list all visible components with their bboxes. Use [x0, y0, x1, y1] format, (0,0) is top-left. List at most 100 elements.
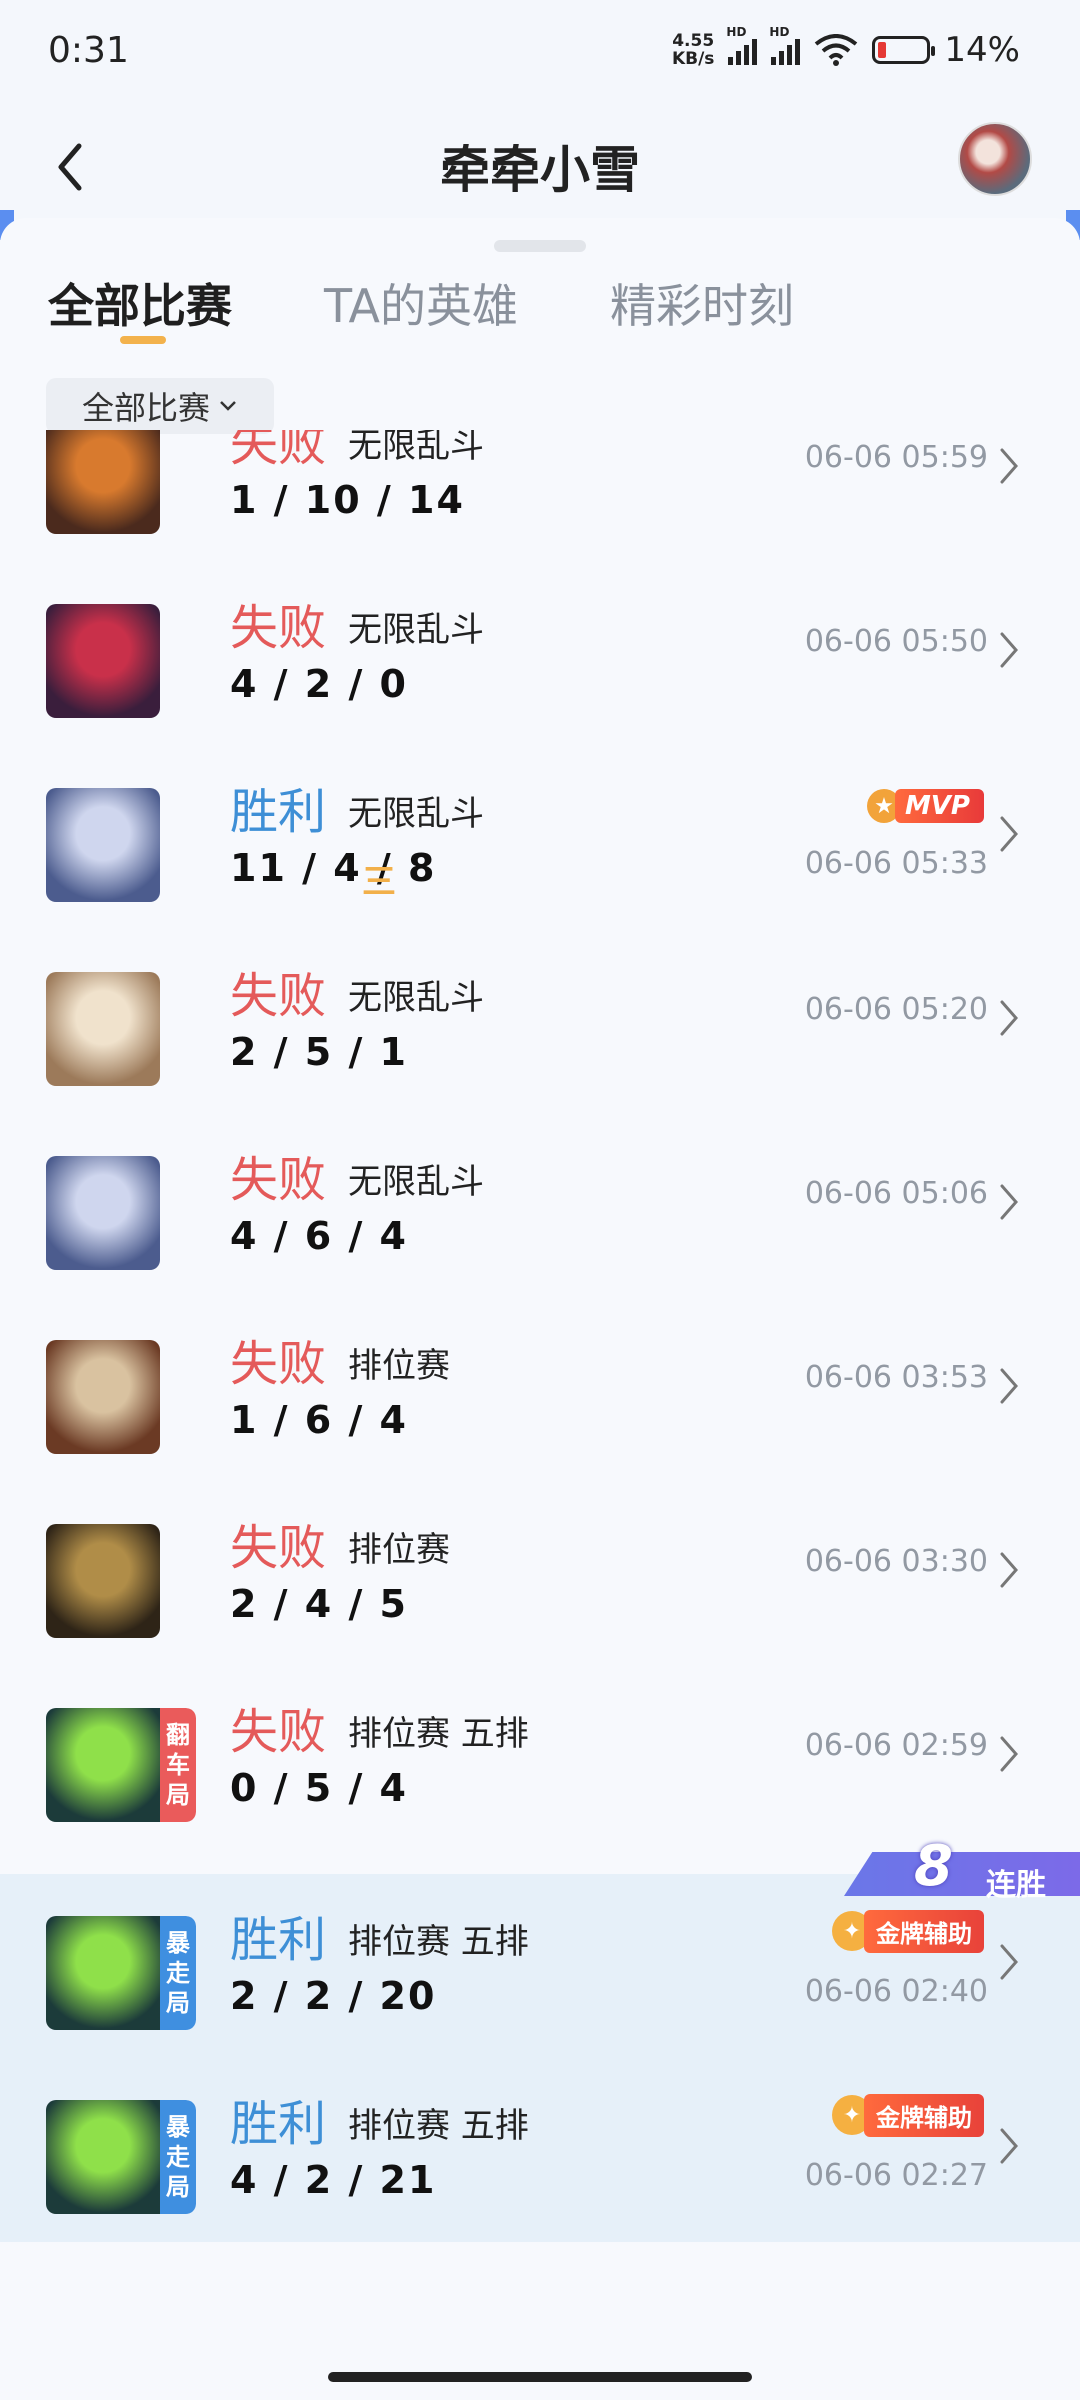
match-mode: 无限乱斗: [348, 610, 484, 650]
match-time: 06-06 03:30: [804, 1544, 988, 1579]
match-mode: 排位赛 五排: [348, 1922, 529, 1962]
chevron-right-icon: [998, 446, 1020, 486]
match-time: 06-06 05:06: [804, 1176, 988, 1211]
status-time: 0:31: [48, 30, 129, 71]
chevron-right-icon: [998, 1366, 1020, 1406]
match-list: 失败 无限乱斗 1 / 10 / 14 06-06 05:59 失败 无限乱斗 4 / 2 …: [0, 430, 1080, 2260]
match-result: 失败: [230, 1704, 327, 1760]
match-time: 06-06 05:20: [804, 992, 988, 1027]
hero-avatar: [46, 788, 160, 902]
hero-avatar: [46, 1156, 160, 1270]
hero-avatar: 翻车局: [46, 1708, 196, 1822]
match-kda: 4 / 2 / 0: [230, 662, 408, 706]
match-time: 06-06 05:59: [804, 440, 988, 475]
match-tag: 暴走局: [160, 2100, 196, 2214]
drag-handle[interactable]: [494, 240, 586, 252]
kda-rank-icon: 三: [362, 862, 396, 902]
hero-avatar: [46, 1524, 160, 1638]
chevron-right-icon: [998, 998, 1020, 1038]
chevron-right-icon: [998, 2126, 1020, 2166]
page-title: 牵牵小雪: [440, 141, 640, 199]
chevron-right-icon: [998, 1942, 1020, 1982]
match-tag: 暴走局: [160, 1916, 196, 2030]
hero-portrait: [46, 430, 160, 534]
match-time: 06-06 05:33: [804, 846, 988, 881]
hero-avatar: 暴走局: [46, 1916, 196, 2030]
win-streak-badge: 8 连胜: [844, 1834, 1080, 1903]
home-indicator[interactable]: [328, 2372, 752, 2382]
match-result: 胜利: [230, 2096, 327, 2152]
signal-icon: HD: [769, 25, 801, 65]
match-kda: 4 / 6 / 4: [230, 1214, 408, 1258]
hero-avatar: [46, 1340, 160, 1454]
hero-avatar: [46, 604, 160, 718]
match-row[interactable]: 失败 排位赛 2 / 4 / 5 06-06 03:30: [0, 1482, 1080, 1666]
chevron-right-icon: [998, 1734, 1020, 1774]
match-result: 失败: [230, 600, 327, 656]
chevron-right-icon: [998, 1182, 1020, 1222]
match-row[interactable]: 暴走局胜利 排位赛 五排 4 / 2 / 21 ✦ 金牌辅助 06-06 02:27: [0, 2058, 1080, 2242]
hero-avatar: [46, 972, 160, 1086]
match-mode: 排位赛: [348, 1530, 450, 1570]
match-mode: 无限乱斗: [348, 978, 484, 1018]
chevron-down-icon: [220, 401, 236, 411]
match-kda: 2 / 4 / 5: [230, 1582, 408, 1626]
hero-avatar: [46, 430, 160, 534]
match-kda: 0 / 5 / 4: [230, 1766, 408, 1810]
match-row[interactable]: 失败 无限乱斗 4 / 2 / 0 06-06 05:50: [0, 562, 1080, 746]
match-row[interactable]: 失败 无限乱斗 1 / 10 / 14 06-06 05:59: [0, 430, 1080, 562]
match-time: 06-06 02:59: [804, 1728, 988, 1763]
match-time: 06-06 02:27: [804, 2158, 988, 2193]
gold-support-badge: ✦ 金牌辅助: [832, 1908, 984, 1954]
hero-portrait: [46, 1340, 160, 1454]
hero-portrait: [46, 1708, 160, 1822]
hero-portrait: [46, 1524, 160, 1638]
match-kda: 2 / 2 / 20: [230, 1974, 437, 2018]
hero-portrait: [46, 2100, 160, 2214]
match-tag: 翻车局: [160, 1708, 196, 1822]
signal-icon: HD: [726, 25, 758, 65]
avatar[interactable]: [958, 122, 1032, 196]
match-kda: 11 / 4 / 8: [230, 846, 437, 890]
tab-highlights[interactable]: 精彩时刻: [610, 270, 794, 336]
hero-avatar: 暴走局: [46, 2100, 196, 2214]
match-row[interactable]: 失败 排位赛 1 / 6 / 4 06-06 03:53: [0, 1298, 1080, 1482]
battery-icon: [872, 36, 936, 64]
match-row[interactable]: 翻车局失败 排位赛 五排 0 / 5 / 4 06-06 02:59: [0, 1666, 1080, 1850]
status-bar: 0:31 4.55 KB/s HD HD 14%: [0, 0, 1080, 110]
mvp-badge: ★ MVP: [866, 784, 984, 828]
streak-count: 8: [914, 1834, 953, 1899]
network-speed: 4.55 KB/s: [671, 31, 715, 69]
match-row[interactable]: 失败 无限乱斗 2 / 5 / 1 06-06 05:20: [0, 930, 1080, 1114]
match-kda: 1 / 6 / 4: [230, 1398, 408, 1442]
battery-percent: 14%: [944, 30, 1020, 70]
hero-portrait: [46, 1916, 160, 2030]
tab-heroes[interactable]: TA的英雄: [324, 270, 518, 336]
match-kda: 1 / 10 / 14: [230, 478, 465, 522]
hero-portrait: [46, 972, 160, 1086]
gold-support-badge: ✦ 金牌辅助: [832, 2092, 984, 2138]
status-icons: 4.55 KB/s HD HD 14%: [671, 25, 1020, 70]
match-row[interactable]: 暴走局胜利 排位赛 五排 2 / 2 / 20 ✦ 金牌辅助 06-06 02:40: [0, 1874, 1080, 2058]
match-row[interactable]: 失败 无限乱斗 4 / 6 / 4 06-06 05:06: [0, 1114, 1080, 1298]
match-mode: 排位赛 五排: [348, 1714, 529, 1754]
hero-portrait: [46, 788, 160, 902]
streak-label: 连胜: [986, 1868, 1046, 1903]
match-time: 06-06 02:40: [804, 1974, 988, 2009]
match-mode: 排位赛 五排: [348, 2106, 529, 2146]
match-result: 失败: [230, 1336, 327, 1392]
match-result: 胜利: [230, 1912, 327, 1968]
chevron-right-icon: [998, 630, 1020, 670]
tab-all-matches[interactable]: 全部比赛: [48, 270, 232, 344]
match-filter-dropdown[interactable]: 全部比赛: [46, 378, 274, 434]
filter-label: 全部比赛: [81, 389, 210, 427]
match-result: 胜利: [230, 784, 327, 840]
match-row[interactable]: 胜利 无限乱斗 11 / 4 / 8 三 ★ MVP 06-06 05:33: [0, 746, 1080, 930]
match-time: 06-06 05:50: [804, 624, 988, 659]
match-result: 失败: [230, 968, 327, 1024]
match-kda: 4 / 2 / 21: [230, 2158, 437, 2202]
match-result: 失败: [230, 1152, 327, 1208]
match-kda: 2 / 5 / 1: [230, 1030, 408, 1074]
wifi-icon: [815, 34, 858, 66]
match-mode: 排位赛: [348, 1346, 450, 1386]
